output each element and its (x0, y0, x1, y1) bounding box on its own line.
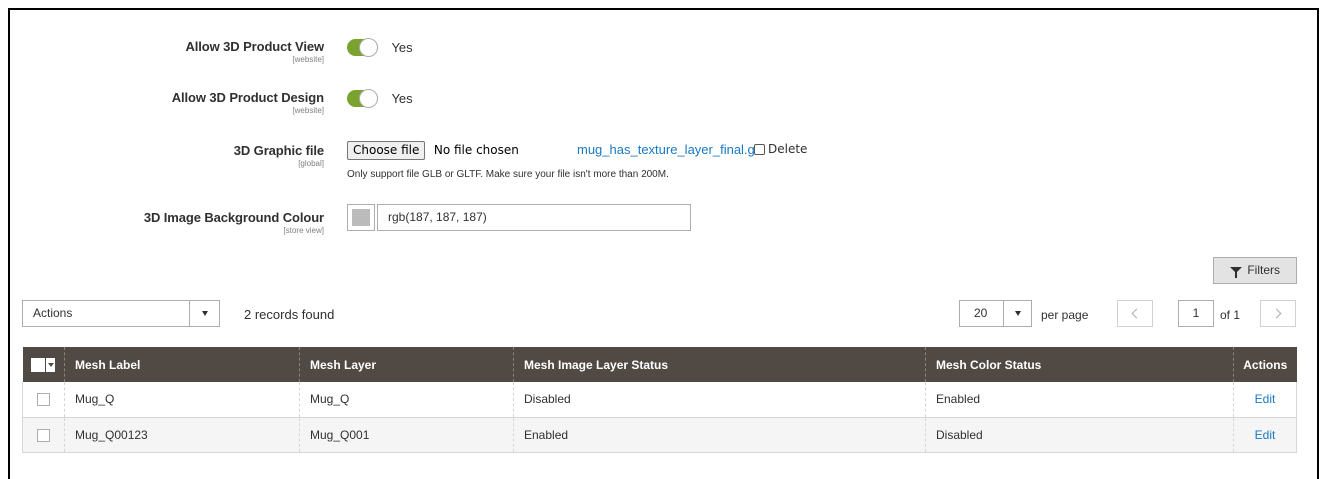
toggle-value: Yes (391, 91, 413, 107)
row-select-cell (22, 382, 65, 418)
dropdown-toggle[interactable] (189, 301, 219, 326)
cell-color-status: Enabled (925, 382, 1234, 418)
column-mesh-image-layer-status[interactable]: Mesh Image Layer Status (513, 347, 926, 382)
mesh-grid: Mesh Label Mesh Layer Mesh Image Layer S… (22, 347, 1297, 453)
per-page-label: per page (1041, 308, 1089, 322)
grid-header-row: Mesh Label Mesh Layer Mesh Image Layer S… (22, 347, 1297, 382)
mass-select-header[interactable] (22, 347, 65, 382)
delete-file-label: Delete (768, 142, 808, 156)
field-scope: [website] (292, 106, 324, 115)
allow-3d-design-toggle[interactable] (347, 89, 378, 109)
file-status: No file chosen (433, 143, 519, 157)
background-colour-control: rgb(187, 187, 187) (347, 204, 692, 231)
row-checkbox[interactable] (37, 393, 50, 407)
column-mesh-label[interactable]: Mesh Label (64, 347, 300, 382)
table-row: Mug_Q00123 Mug_Q001 Enabled Disabled Edi… (22, 417, 1297, 453)
toggle-value: Yes (391, 40, 413, 56)
cell-mesh-layer: Mug_Q001 (299, 417, 514, 453)
field-scope: [website] (292, 55, 324, 64)
allow-3d-view-toggle-control[interactable]: Yes (347, 38, 413, 58)
field-scope: [store view] (283, 226, 324, 235)
color-swatch-fill (352, 209, 370, 226)
file-note: Only support file GLB or GLTF. Make sure… (347, 169, 669, 180)
cell-mesh-layer: Mug_Q (299, 382, 514, 418)
filter-icon (1229, 267, 1242, 278)
table-row: Mug_Q Mug_Q Disabled Enabled Edit (22, 382, 1297, 418)
next-page-button[interactable] (1260, 300, 1296, 327)
filters-label: Filters (1247, 263, 1280, 277)
field-label: Allow 3D Product View (185, 39, 324, 54)
toggle-knob (359, 38, 378, 58)
previous-page-button[interactable] (1117, 300, 1153, 327)
field-scope: [global] (298, 159, 324, 168)
column-mesh-layer[interactable]: Mesh Layer (299, 347, 514, 382)
cell-mesh-label: Mug_Q (64, 382, 300, 418)
chevron-left-icon (1131, 308, 1142, 319)
column-mesh-color-status[interactable]: Mesh Color Status (925, 347, 1234, 382)
chevron-right-icon (1271, 308, 1282, 319)
row-select-cell (22, 417, 65, 453)
edit-link[interactable]: Edit (1255, 392, 1276, 406)
field-label: Allow 3D Product Design (171, 90, 324, 105)
chevron-down-icon (1015, 311, 1021, 316)
field-label: 3D Graphic file (233, 143, 324, 158)
page-total: of 1 (1220, 308, 1241, 322)
admin-panel: Allow 3D Product View [website] Yes Allo… (8, 8, 1319, 479)
per-page-select[interactable]: 20 (959, 300, 1032, 327)
delete-file-checkbox[interactable] (754, 144, 765, 155)
cell-color-status: Disabled (925, 417, 1234, 453)
row-checkbox[interactable] (37, 428, 50, 442)
field-label: 3D Image Background Colour (143, 210, 324, 225)
per-page-dropdown-toggle[interactable] (1003, 301, 1031, 326)
cell-mesh-label: Mug_Q00123 (64, 417, 300, 453)
color-swatch-button[interactable] (347, 204, 375, 231)
column-actions: Actions (1233, 347, 1297, 382)
filters-button[interactable]: Filters (1213, 257, 1297, 284)
toggle-knob (359, 89, 378, 109)
current-file-link[interactable]: mug_has_texture_layer_final.glb (577, 142, 765, 157)
mass-actions-select[interactable]: Actions (22, 300, 220, 327)
per-page-value: 20 (974, 306, 988, 320)
chevron-down-icon (202, 311, 208, 316)
chevron-down-icon (45, 357, 55, 372)
cell-actions: Edit (1233, 417, 1297, 453)
page-number-input[interactable]: 1 (1178, 300, 1214, 327)
cell-image-layer-status: Disabled (513, 382, 926, 418)
cell-actions: Edit (1233, 382, 1297, 418)
cell-image-layer-status: Enabled (513, 417, 926, 453)
allow-3d-design-toggle-control[interactable]: Yes (347, 89, 413, 109)
edit-link[interactable]: Edit (1255, 428, 1276, 442)
mass-actions-label: Actions (33, 306, 73, 320)
graphic-file-control: Choose file No file chosen mug_has_textu… (347, 141, 1047, 186)
allow-3d-view-toggle[interactable] (347, 38, 378, 58)
checkbox-icon (30, 357, 45, 372)
background-colour-input[interactable]: rgb(187, 187, 187) (377, 204, 691, 231)
choose-file-button[interactable]: Choose file (347, 141, 426, 160)
mass-select-checkbox[interactable] (30, 357, 55, 372)
records-found: 2 records found (244, 307, 335, 322)
